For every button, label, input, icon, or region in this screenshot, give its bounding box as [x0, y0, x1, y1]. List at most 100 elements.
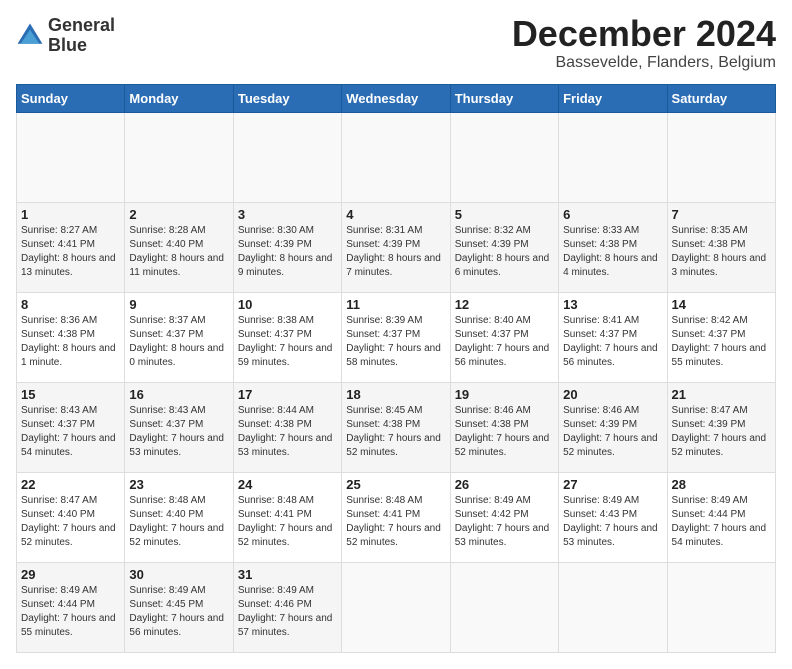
calendar-table: SundayMondayTuesdayWednesdayThursdayFrid… [16, 84, 776, 653]
month-title: December 2024 [512, 16, 776, 52]
day-number: 3 [238, 207, 337, 222]
calendar-cell [450, 113, 558, 203]
cell-text: Sunrise: 8:35 AMSunset: 4:38 PMDaylight:… [672, 225, 767, 278]
header-row: SundayMondayTuesdayWednesdayThursdayFrid… [17, 85, 776, 113]
cell-text: Sunrise: 8:49 AMSunset: 4:42 PMDaylight:… [455, 495, 550, 548]
day-number: 10 [238, 297, 337, 312]
calendar-cell [342, 113, 450, 203]
cell-text: Sunrise: 8:39 AMSunset: 4:37 PMDaylight:… [346, 315, 441, 368]
title-section: December 2024 Bassevelde, Flanders, Belg… [512, 16, 776, 72]
cell-text: Sunrise: 8:30 AMSunset: 4:39 PMDaylight:… [238, 225, 333, 278]
day-number: 9 [129, 297, 228, 312]
cell-text: Sunrise: 8:41 AMSunset: 4:37 PMDaylight:… [563, 315, 658, 368]
day-number: 22 [21, 477, 120, 492]
cell-text: Sunrise: 8:43 AMSunset: 4:37 PMDaylight:… [21, 405, 116, 458]
calendar-cell [342, 563, 450, 653]
calendar-cell [667, 113, 775, 203]
cell-text: Sunrise: 8:48 AMSunset: 4:40 PMDaylight:… [129, 495, 224, 548]
day-number: 5 [455, 207, 554, 222]
calendar-cell: 29 Sunrise: 8:49 AMSunset: 4:44 PMDaylig… [17, 563, 125, 653]
day-number: 16 [129, 387, 228, 402]
day-number: 21 [672, 387, 771, 402]
calendar-week-3: 15 Sunrise: 8:43 AMSunset: 4:37 PMDaylig… [17, 383, 776, 473]
cell-text: Sunrise: 8:27 AMSunset: 4:41 PMDaylight:… [21, 225, 116, 278]
calendar-cell: 2 Sunrise: 8:28 AMSunset: 4:40 PMDayligh… [125, 203, 233, 293]
calendar-cell: 18 Sunrise: 8:45 AMSunset: 4:38 PMDaylig… [342, 383, 450, 473]
calendar-cell: 31 Sunrise: 8:49 AMSunset: 4:46 PMDaylig… [233, 563, 341, 653]
header-day-friday: Friday [559, 85, 667, 113]
calendar-cell: 11 Sunrise: 8:39 AMSunset: 4:37 PMDaylig… [342, 293, 450, 383]
calendar-cell: 3 Sunrise: 8:30 AMSunset: 4:39 PMDayligh… [233, 203, 341, 293]
calendar-cell: 8 Sunrise: 8:36 AMSunset: 4:38 PMDayligh… [17, 293, 125, 383]
calendar-cell [125, 113, 233, 203]
day-number: 19 [455, 387, 554, 402]
calendar-cell: 30 Sunrise: 8:49 AMSunset: 4:45 PMDaylig… [125, 563, 233, 653]
calendar-cell: 14 Sunrise: 8:42 AMSunset: 4:37 PMDaylig… [667, 293, 775, 383]
calendar-cell: 4 Sunrise: 8:31 AMSunset: 4:39 PMDayligh… [342, 203, 450, 293]
calendar-cell: 24 Sunrise: 8:48 AMSunset: 4:41 PMDaylig… [233, 473, 341, 563]
calendar-cell: 6 Sunrise: 8:33 AMSunset: 4:38 PMDayligh… [559, 203, 667, 293]
calendar-cell: 1 Sunrise: 8:27 AMSunset: 4:41 PMDayligh… [17, 203, 125, 293]
calendar-cell: 7 Sunrise: 8:35 AMSunset: 4:38 PMDayligh… [667, 203, 775, 293]
cell-text: Sunrise: 8:31 AMSunset: 4:39 PMDaylight:… [346, 225, 441, 278]
calendar-cell: 5 Sunrise: 8:32 AMSunset: 4:39 PMDayligh… [450, 203, 558, 293]
calendar-week-4: 22 Sunrise: 8:47 AMSunset: 4:40 PMDaylig… [17, 473, 776, 563]
day-number: 15 [21, 387, 120, 402]
calendar-cell [559, 113, 667, 203]
cell-text: Sunrise: 8:46 AMSunset: 4:39 PMDaylight:… [563, 405, 658, 458]
header-day-wednesday: Wednesday [342, 85, 450, 113]
calendar-cell [667, 563, 775, 653]
calendar-cell: 20 Sunrise: 8:46 AMSunset: 4:39 PMDaylig… [559, 383, 667, 473]
header-day-saturday: Saturday [667, 85, 775, 113]
day-number: 26 [455, 477, 554, 492]
cell-text: Sunrise: 8:46 AMSunset: 4:38 PMDaylight:… [455, 405, 550, 458]
calendar-cell [559, 563, 667, 653]
calendar-cell: 16 Sunrise: 8:43 AMSunset: 4:37 PMDaylig… [125, 383, 233, 473]
day-number: 18 [346, 387, 445, 402]
calendar-week-2: 8 Sunrise: 8:36 AMSunset: 4:38 PMDayligh… [17, 293, 776, 383]
day-number: 30 [129, 567, 228, 582]
calendar-cell: 27 Sunrise: 8:49 AMSunset: 4:43 PMDaylig… [559, 473, 667, 563]
day-number: 20 [563, 387, 662, 402]
cell-text: Sunrise: 8:38 AMSunset: 4:37 PMDaylight:… [238, 315, 333, 368]
cell-text: Sunrise: 8:48 AMSunset: 4:41 PMDaylight:… [346, 495, 441, 548]
day-number: 29 [21, 567, 120, 582]
cell-text: Sunrise: 8:47 AMSunset: 4:40 PMDaylight:… [21, 495, 116, 548]
logo: General Blue [16, 16, 115, 56]
cell-text: Sunrise: 8:40 AMSunset: 4:37 PMDaylight:… [455, 315, 550, 368]
cell-text: Sunrise: 8:36 AMSunset: 4:38 PMDaylight:… [21, 315, 116, 368]
header-day-monday: Monday [125, 85, 233, 113]
cell-text: Sunrise: 8:33 AMSunset: 4:38 PMDaylight:… [563, 225, 658, 278]
calendar-week-1: 1 Sunrise: 8:27 AMSunset: 4:41 PMDayligh… [17, 203, 776, 293]
header-day-tuesday: Tuesday [233, 85, 341, 113]
day-number: 8 [21, 297, 120, 312]
calendar-cell: 23 Sunrise: 8:48 AMSunset: 4:40 PMDaylig… [125, 473, 233, 563]
page-header: General Blue December 2024 Bassevelde, F… [16, 16, 776, 72]
calendar-cell: 26 Sunrise: 8:49 AMSunset: 4:42 PMDaylig… [450, 473, 558, 563]
day-number: 12 [455, 297, 554, 312]
calendar-cell: 21 Sunrise: 8:47 AMSunset: 4:39 PMDaylig… [667, 383, 775, 473]
calendar-cell [17, 113, 125, 203]
cell-text: Sunrise: 8:43 AMSunset: 4:37 PMDaylight:… [129, 405, 224, 458]
day-number: 13 [563, 297, 662, 312]
day-number: 28 [672, 477, 771, 492]
header-day-sunday: Sunday [17, 85, 125, 113]
day-number: 11 [346, 297, 445, 312]
calendar-cell: 28 Sunrise: 8:49 AMSunset: 4:44 PMDaylig… [667, 473, 775, 563]
calendar-week-0 [17, 113, 776, 203]
day-number: 24 [238, 477, 337, 492]
cell-text: Sunrise: 8:49 AMSunset: 4:44 PMDaylight:… [672, 495, 767, 548]
day-number: 17 [238, 387, 337, 402]
day-number: 1 [21, 207, 120, 222]
logo-icon [16, 22, 44, 50]
cell-text: Sunrise: 8:47 AMSunset: 4:39 PMDaylight:… [672, 405, 767, 458]
calendar-cell: 17 Sunrise: 8:44 AMSunset: 4:38 PMDaylig… [233, 383, 341, 473]
location-title: Bassevelde, Flanders, Belgium [512, 54, 776, 72]
day-number: 4 [346, 207, 445, 222]
calendar-cell: 15 Sunrise: 8:43 AMSunset: 4:37 PMDaylig… [17, 383, 125, 473]
day-number: 31 [238, 567, 337, 582]
calendar-cell [233, 113, 341, 203]
calendar-week-5: 29 Sunrise: 8:49 AMSunset: 4:44 PMDaylig… [17, 563, 776, 653]
calendar-cell: 25 Sunrise: 8:48 AMSunset: 4:41 PMDaylig… [342, 473, 450, 563]
calendar-cell: 9 Sunrise: 8:37 AMSunset: 4:37 PMDayligh… [125, 293, 233, 383]
